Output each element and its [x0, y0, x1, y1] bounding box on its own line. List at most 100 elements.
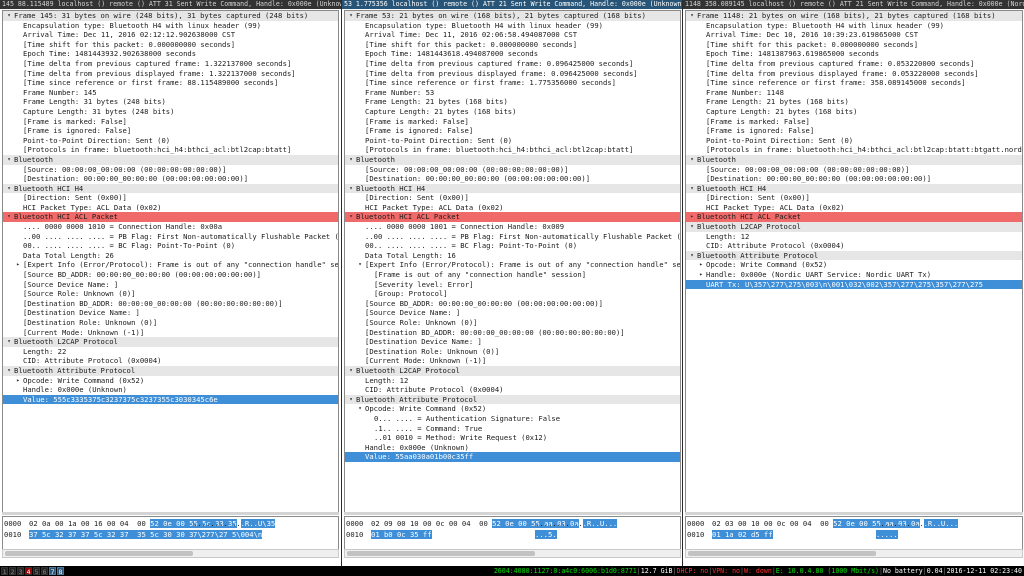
triangle-right-icon[interactable]: ▸: [697, 260, 705, 270]
tree-row[interactable]: ▾ Frame 53: 21 bytes on wire (168 bits), …: [345, 11, 680, 21]
triangle-down-icon[interactable]: ▾: [5, 212, 13, 222]
tree-row[interactable]: [Current Mode: Unknown (-1)]: [345, 356, 680, 366]
tree-row[interactable]: Frame Number: 1148: [686, 88, 1022, 98]
tree-row[interactable]: ▾ Opcode: Write Command (0x52): [345, 404, 680, 414]
tree-row[interactable]: ▸ Opcode: Write Command (0x52): [686, 260, 1022, 270]
window-title[interactable]: 145 88.115489 localhost () remote () ATT…: [0, 0, 341, 9]
tree-row[interactable]: [Time since reference or first frame: 35…: [686, 78, 1022, 88]
tree-row[interactable]: ▾ Bluetooth Attribute Protocol: [345, 394, 680, 405]
workspace-button-6[interactable]: 6: [41, 567, 48, 576]
tree-row[interactable]: [Direction: Sent (0x00)]: [345, 193, 680, 203]
tree-row[interactable]: ..00 .... .... .... = PB Flag: First Non…: [345, 232, 680, 242]
tree-row[interactable]: .... 0000 0000 1001 = Connection Handle:…: [345, 222, 680, 232]
tree-row[interactable]: [Group: Protocol]: [345, 289, 680, 299]
triangle-down-icon[interactable]: ▾: [5, 366, 13, 376]
tree-row[interactable]: ▾ Bluetooth L2CAP Protocol: [3, 337, 338, 347]
triangle-down-icon[interactable]: ▾: [347, 395, 355, 405]
tree-row[interactable]: Frame Length: 21 bytes (168 bits): [686, 97, 1022, 107]
horizontal-scrollbar[interactable]: [2, 549, 339, 558]
packet-bytes-pane[interactable]: 0000 02 09 00 10 00 0c 00 04 00 52 0e 00 …: [344, 516, 681, 550]
tree-row[interactable]: ▾ Bluetooth HCI ACL Packet: [345, 212, 680, 223]
tree-row[interactable]: [Source BD_ADDR: 00:00:00_00:00:00 (00:0…: [3, 270, 338, 280]
tree-row[interactable]: ▾ Frame 1148: 21 bytes on wire (168 bits)…: [686, 11, 1022, 21]
tree-row[interactable]: [Source Device Name: ]: [3, 280, 338, 290]
tree-row[interactable]: [Time shift for this packet: 0.000000000…: [345, 40, 680, 50]
tree-row[interactable]: ▾ Bluetooth Attribute Protocol: [3, 365, 338, 376]
tree-row[interactable]: [Time delta from previous captured frame…: [3, 59, 338, 69]
tree-row[interactable]: Point-to-Point Direction: Sent (0): [3, 136, 338, 146]
tree-row[interactable]: Length: 12: [345, 376, 680, 386]
workspace-button-2[interactable]: 2: [9, 567, 16, 576]
ascii-dump[interactable]: ...5.: [535, 530, 557, 539]
triangle-right-icon[interactable]: ▸: [688, 212, 696, 222]
tree-row[interactable]: ▸ [Expert Info (Error/Protocol): Frame is…: [3, 260, 338, 270]
tree-row-selected[interactable]: Value: 55aa030a01b00c35ff: [345, 452, 680, 462]
triangle-down-icon[interactable]: ▾: [688, 155, 696, 165]
packet-details-tree[interactable]: ▾ Frame 1148: 21 bytes on wire (168 bits)…: [685, 10, 1023, 513]
tree-row[interactable]: Handle: 0x000e (Unknown): [3, 385, 338, 395]
tree-row[interactable]: [Source BD_ADDR: 00:00:00_00:00:00 (00:0…: [345, 299, 680, 309]
tree-row[interactable]: [Time since reference or first frame: 88…: [3, 78, 338, 88]
tree-row[interactable]: Point-to-Point Direction: Sent (0): [686, 136, 1022, 146]
tree-row[interactable]: HCI Packet Type: ACL Data (0x02): [345, 203, 680, 213]
tree-row[interactable]: Capture Length: 21 bytes (168 bits): [686, 107, 1022, 117]
triangle-right-icon[interactable]: ▸: [14, 260, 22, 270]
tree-row[interactable]: ▾ [Expert Info (Error/Protocol): Frame is…: [345, 260, 680, 270]
triangle-down-icon[interactable]: ▾: [347, 11, 355, 21]
tree-row[interactable]: [Destination: 00:00:00_00:00:00 (00:00:0…: [345, 174, 680, 184]
ascii-dump[interactable]: ........ ...R..U\35: [193, 519, 276, 528]
workspace-button-7[interactable]: 7: [49, 567, 56, 576]
tree-row[interactable]: Encapsulation type: Bluetooth H4 with li…: [345, 21, 680, 31]
tree-row[interactable]: [Destination BD_ADDR: 00:00:00_00:00:00 …: [345, 328, 680, 338]
packet-details-tree[interactable]: ▾ Frame 53: 21 bytes on wire (168 bits), …: [344, 10, 681, 513]
triangle-down-icon[interactable]: ▾: [356, 404, 364, 414]
scrollbar-thumb[interactable]: [5, 551, 193, 556]
tree-row[interactable]: Capture Length: 21 bytes (168 bits): [345, 107, 680, 117]
workspace-button-8[interactable]: 8: [57, 567, 64, 576]
tree-row[interactable]: [Direction: Sent (0x00)]: [686, 193, 1022, 203]
tree-row[interactable]: [Destination: 00:00:00_00:00:00 (00:00:0…: [3, 174, 338, 184]
hex-bytes[interactable]: 01 b0 0c 35 ff: [371, 530, 432, 539]
tree-row[interactable]: ▾ Bluetooth: [686, 154, 1022, 165]
tree-row[interactable]: [Frame is marked: False]: [686, 117, 1022, 127]
triangle-down-icon[interactable]: ▾: [688, 184, 696, 194]
tree-row[interactable]: ▾ Bluetooth L2CAP Protocol: [686, 222, 1022, 232]
packet-bytes-pane[interactable]: 0000 02 0a 00 1a 00 16 00 04 00 52 0e 00 …: [2, 516, 339, 550]
tree-row[interactable]: [Destination: 00:00:00_00:00:00 (00:00:0…: [686, 174, 1022, 184]
tree-row[interactable]: [Severity level: Error]: [345, 280, 680, 290]
triangle-down-icon[interactable]: ▾: [347, 212, 355, 222]
tree-row[interactable]: Point-to-Point Direction: Sent (0): [345, 136, 680, 146]
tree-row[interactable]: [Time delta from previous captured frame…: [686, 59, 1022, 69]
triangle-down-icon[interactable]: ▾: [688, 11, 696, 21]
tree-row[interactable]: Epoch Time: 1481443932.902638000 seconds: [3, 49, 338, 59]
ascii-dump[interactable]: 7\277\27 5\004\n: [193, 530, 263, 539]
triangle-down-icon[interactable]: ▾: [5, 155, 13, 165]
tree-row[interactable]: Frame Number: 53: [345, 88, 680, 98]
tree-row[interactable]: [Source Device Name: ]: [345, 308, 680, 318]
tree-row[interactable]: ▾ Bluetooth L2CAP Protocol: [345, 365, 680, 376]
pane-splitter[interactable]: [344, 512, 681, 515]
tree-row[interactable]: .1.. .... = Command: True: [345, 424, 680, 434]
tree-row[interactable]: 00.. .... .... .... = BC Flag: Point-To-…: [345, 241, 680, 251]
tree-row[interactable]: Frame Length: 31 bytes (248 bits): [3, 97, 338, 107]
ascii-dump[interactable]: ........ ...R..U...: [535, 519, 618, 528]
tree-row-selected[interactable]: UART Tx: U\357\277\275\003\n\001\032\002…: [686, 279, 1022, 290]
tree-row[interactable]: Frame Length: 21 bytes (168 bits): [345, 97, 680, 107]
tree-row[interactable]: [Frame is ignored: False]: [345, 126, 680, 136]
tree-row[interactable]: [Direction: Sent (0x00)]: [3, 193, 338, 203]
tree-row[interactable]: Arrival Time: Dec 11, 2016 02:12:12.9026…: [3, 30, 338, 40]
tree-row[interactable]: Arrival Time: Dec 11, 2016 02:06:58.4940…: [345, 30, 680, 40]
tree-row[interactable]: [Destination Device Name: ]: [345, 337, 680, 347]
tree-row[interactable]: [Time shift for this packet: 0.000000000…: [686, 40, 1022, 50]
horizontal-scrollbar[interactable]: [685, 549, 1023, 558]
tree-row[interactable]: [Source: 00:00:00_00:00:00 (00:00:00:00:…: [3, 165, 338, 175]
triangle-right-icon[interactable]: ▸: [14, 376, 22, 386]
tree-row[interactable]: [Time delta from previous displayed fram…: [345, 69, 680, 79]
tree-row[interactable]: [Protocols in frame: bluetooth:hci_h4:bt…: [686, 145, 1022, 155]
tree-row[interactable]: [Protocols in frame: bluetooth:hci_h4:bt…: [3, 145, 338, 155]
tree-row[interactable]: ▸ Bluetooth HCI ACL Packet: [686, 212, 1022, 223]
pane-splitter[interactable]: [685, 512, 1023, 515]
tree-row[interactable]: 0... .... = Authentication Signature: Fa…: [345, 414, 680, 424]
tree-row[interactable]: CID: Attribute Protocol (0x0004): [686, 241, 1022, 251]
tree-row[interactable]: ..01 0010 = Method: Write Request (0x12): [345, 433, 680, 443]
